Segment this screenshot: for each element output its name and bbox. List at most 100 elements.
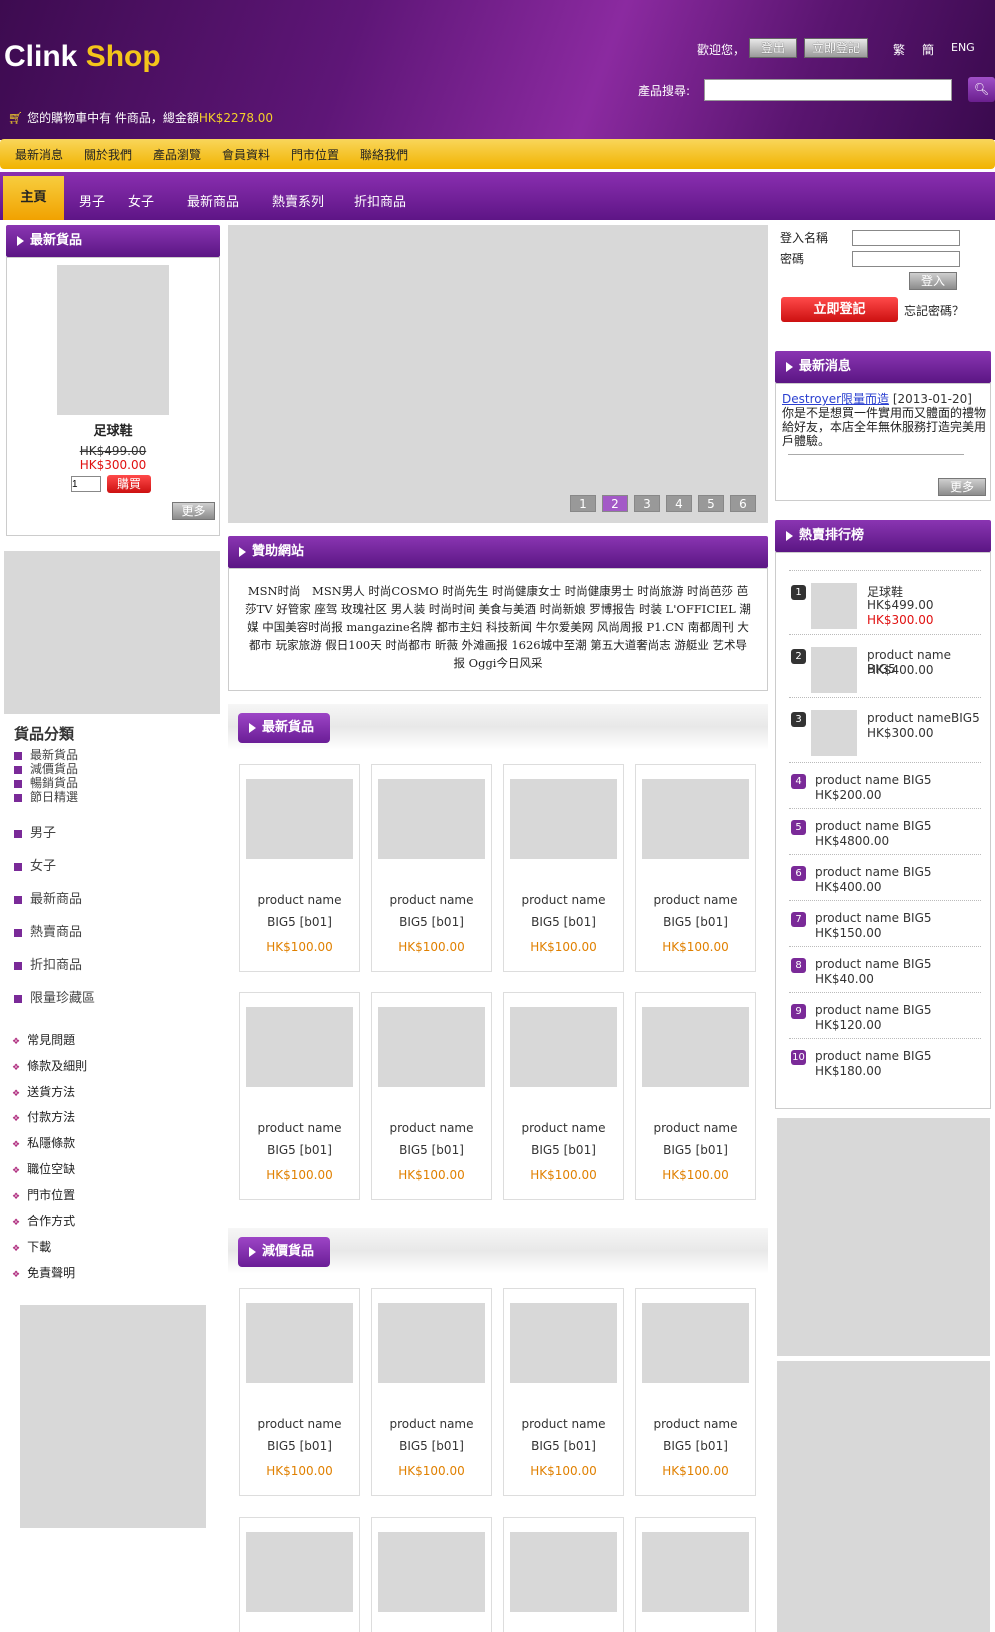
cart-icon[interactable]: 🛒︎	[8, 111, 23, 125]
product-card[interactable]: product name BIG5 [b01] HK$100.00	[503, 1288, 624, 1496]
main-nav-discount[interactable]: 折扣商品	[354, 191, 406, 210]
search-input[interactable]	[704, 79, 952, 101]
product-image[interactable]	[378, 779, 485, 859]
ranking-item[interactable]: 8 product name BIG5 HK$40.00	[789, 946, 981, 990]
product-card[interactable]: product name BIG5 [b01] HK$100.00	[635, 1288, 756, 1496]
ranking-name[interactable]: product name BIG5	[815, 773, 932, 787]
top-nav-about[interactable]: 關於我們	[84, 146, 132, 163]
main-nav-home[interactable]: 主頁	[3, 176, 64, 220]
product-card[interactable]: product name BIG5 [b01] HK$100.00	[371, 992, 492, 1200]
password-input[interactable]	[852, 251, 960, 267]
category-discount[interactable]: 折扣商品	[14, 954, 82, 973]
category-hot[interactable]: 熱賣商品	[14, 921, 82, 940]
slider-dot-1[interactable]: 1	[570, 495, 596, 512]
top-nav-contact[interactable]: 聯絡我們	[360, 146, 408, 163]
main-slider[interactable]	[228, 225, 768, 523]
product-name[interactable]: product name	[240, 1121, 359, 1135]
ranking-item[interactable]: 4 product name BIG5 HK$200.00	[789, 762, 981, 806]
product-name[interactable]: product name	[372, 1417, 491, 1431]
ranking-name[interactable]: product name BIG5	[815, 911, 932, 925]
product-image[interactable]	[246, 779, 353, 859]
main-nav-men[interactable]: 男子	[79, 191, 105, 210]
product-card[interactable]: product name BIG5 [b01] HK$100.00	[371, 1288, 492, 1496]
sponsor-links[interactable]: MSN时尚 MSN男人 时尚COSMO 时尚先生 时尚健康女士 时尚健康男士 时…	[244, 582, 752, 672]
left-more-button[interactable]: 更多	[172, 502, 215, 520]
lang-english-link[interactable]: ENG	[951, 41, 975, 54]
product-name[interactable]: product name	[240, 893, 359, 907]
product-card[interactable]: product name BIG5 [b01] HK$100.00	[239, 1288, 360, 1496]
product-image[interactable]	[378, 1303, 485, 1383]
ranking-thumb[interactable]	[811, 583, 857, 629]
ranking-item[interactable]: 3 product nameBIG5 HK$300.00	[789, 697, 981, 759]
logout-button[interactable]: 登出	[749, 38, 797, 58]
top-nav-member[interactable]: 會員資料	[222, 146, 270, 163]
ranking-item[interactable]: 6 product name BIG5 HK$400.00	[789, 854, 981, 898]
ranking-name[interactable]: product name BIG5	[815, 1003, 932, 1017]
login-button[interactable]: 登入	[909, 272, 957, 290]
product-card[interactable]: product name BIG5 [b01] HK$100.00	[239, 992, 360, 1200]
product-image[interactable]	[378, 1007, 485, 1087]
category-new[interactable]: 最新商品	[14, 888, 82, 907]
main-nav-hot[interactable]: 熱賣系列	[272, 191, 324, 210]
product-card[interactable]	[371, 1517, 492, 1632]
product-name[interactable]: product name	[504, 893, 623, 907]
ranking-item[interactable]: 7 product name BIG5 HK$150.00	[789, 900, 981, 944]
ranking-name[interactable]: product name BIG5	[815, 819, 932, 833]
product-card[interactable]: product name BIG5 [b01] HK$100.00	[239, 764, 360, 972]
product-card[interactable]: product name BIG5 [b01] HK$100.00	[635, 764, 756, 972]
info-link-stores[interactable]: 門市位置	[12, 1186, 75, 1203]
product-image[interactable]	[378, 1532, 485, 1612]
lang-traditional-link[interactable]: 繁	[893, 41, 905, 58]
product-name[interactable]: product name	[504, 1121, 623, 1135]
buy-button[interactable]: 購買	[107, 475, 151, 493]
product-card[interactable]: product name BIG5 [b01] HK$100.00	[635, 992, 756, 1200]
right-banner-image-2[interactable]	[777, 1361, 990, 1632]
ranking-item[interactable]: 1 足球鞋 HK$499.00 HK$300.00	[789, 570, 981, 632]
ranking-item[interactable]: 9 product name BIG5 HK$120.00	[789, 992, 981, 1036]
search-button[interactable]: 🔍︎	[968, 77, 995, 102]
username-input[interactable]	[852, 230, 960, 246]
category-women[interactable]: 女子	[14, 855, 56, 874]
slider-dot-4[interactable]: 4	[666, 495, 692, 512]
slider-dot-5[interactable]: 5	[698, 495, 724, 512]
product-card[interactable]	[503, 1517, 624, 1632]
product-image[interactable]	[642, 779, 749, 859]
ranking-name[interactable]: product name BIG5	[815, 1049, 932, 1063]
top-nav-stores[interactable]: 門市位置	[291, 146, 339, 163]
product-image[interactable]	[510, 1303, 617, 1383]
product-image[interactable]	[642, 1532, 749, 1612]
product-name[interactable]: product name	[372, 893, 491, 907]
product-name[interactable]: product name	[636, 1417, 755, 1431]
info-link-cooperation[interactable]: 合作方式	[12, 1212, 75, 1229]
info-link-disclaimer[interactable]: 免責聲明	[12, 1264, 75, 1281]
right-banner-image-1[interactable]	[777, 1118, 990, 1356]
quantity-input[interactable]	[71, 476, 101, 492]
product-image[interactable]	[510, 779, 617, 859]
product-name[interactable]: product name	[636, 893, 755, 907]
sub-category-festival[interactable]: 節日精選	[14, 788, 78, 805]
ranking-name[interactable]: product name BIG5	[815, 957, 932, 971]
product-image[interactable]	[642, 1007, 749, 1087]
info-link-delivery[interactable]: 送貨方法	[12, 1083, 75, 1100]
main-nav-women[interactable]: 女子	[128, 191, 154, 210]
ranking-thumb[interactable]	[811, 710, 857, 756]
left-banner-image[interactable]	[4, 551, 220, 714]
main-nav-new[interactable]: 最新商品	[187, 191, 239, 210]
info-link-terms[interactable]: 條款及細則	[12, 1057, 87, 1074]
product-card[interactable]: product name BIG5 [b01] HK$100.00	[503, 764, 624, 972]
category-limited[interactable]: 限量珍藏區	[14, 987, 95, 1006]
product-name[interactable]: product name	[636, 1121, 755, 1135]
info-link-download[interactable]: 下載	[12, 1238, 51, 1255]
top-nav-products[interactable]: 產品瀏覽	[153, 146, 201, 163]
ranking-thumb[interactable]	[811, 647, 857, 693]
info-link-payment[interactable]: 付款方法	[12, 1108, 75, 1125]
product-card[interactable]	[239, 1517, 360, 1632]
product-card[interactable]: product name BIG5 [b01] HK$100.00	[503, 992, 624, 1200]
product-image[interactable]	[246, 1007, 353, 1087]
product-name[interactable]: product name	[372, 1121, 491, 1135]
product-image[interactable]	[246, 1303, 353, 1383]
product-image[interactable]	[510, 1007, 617, 1087]
product-image[interactable]	[510, 1532, 617, 1612]
lang-simplified-link[interactable]: 簡	[922, 41, 934, 58]
slider-dot-2[interactable]: 2	[602, 495, 628, 512]
